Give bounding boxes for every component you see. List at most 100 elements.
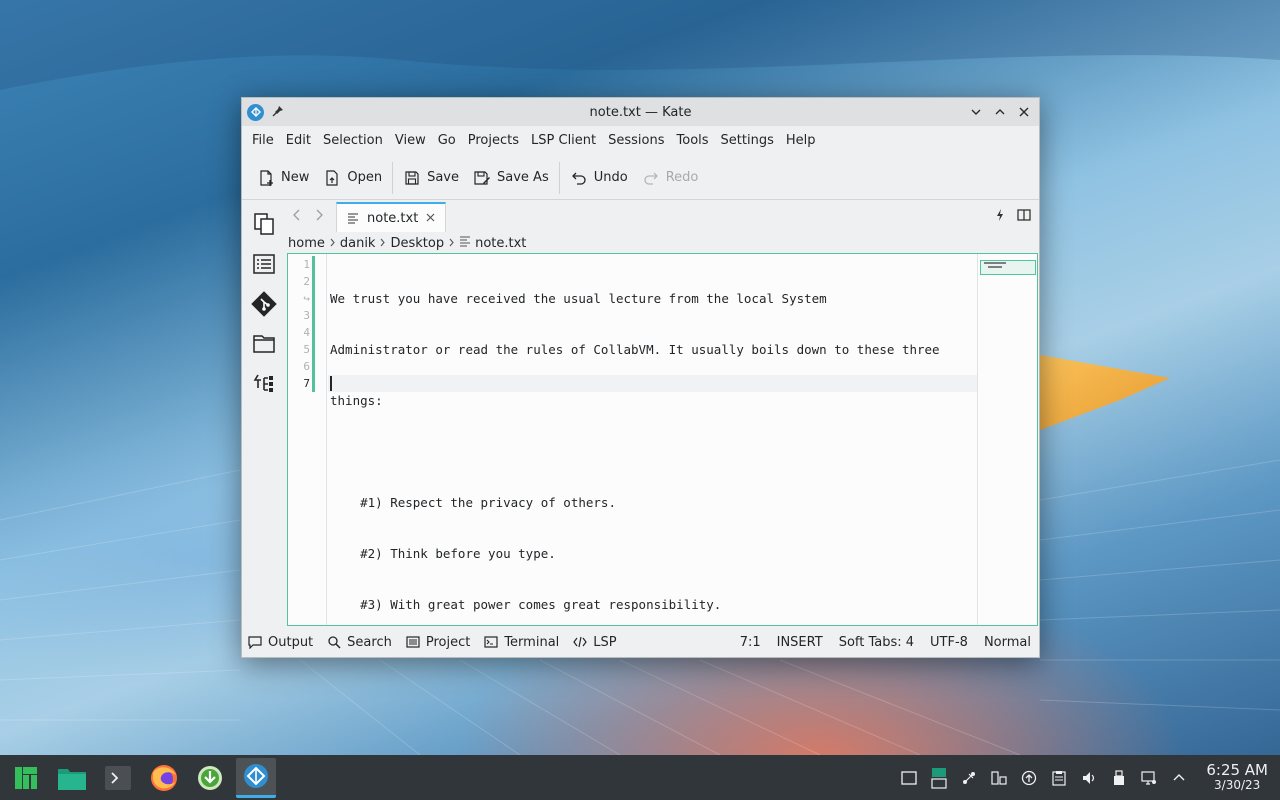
folder-icon xyxy=(58,768,86,790)
tab-bar: note.txt xyxy=(286,202,1039,232)
symbols-panel-button[interactable] xyxy=(250,250,278,278)
chevron-right-icon xyxy=(448,237,455,250)
terminal-panel-button[interactable]: Terminal xyxy=(484,635,559,650)
open-button[interactable]: Open xyxy=(316,162,389,194)
breadcrumb-danik[interactable]: danik xyxy=(340,236,376,251)
keyboard-layout-icon[interactable] xyxy=(990,769,1008,787)
project-panel-button[interactable]: Project xyxy=(406,635,470,650)
syntax-mode[interactable]: Normal xyxy=(984,635,1031,650)
minimap[interactable] xyxy=(977,254,1037,625)
taskbar-file-manager[interactable] xyxy=(52,758,92,798)
text-editor[interactable]: 1 2 ↪ 3 4 5 6 7 We trust you have receiv… xyxy=(287,253,1038,626)
maximize-button[interactable] xyxy=(991,103,1009,121)
terminal-icon xyxy=(484,636,498,648)
removable-device-icon[interactable] xyxy=(1110,769,1128,787)
line-number: 1 xyxy=(303,258,310,271)
menu-projects[interactable]: Projects xyxy=(462,126,525,156)
menu-lsp-client[interactable]: LSP Client xyxy=(525,126,602,156)
main-toolbar: New Open Save Save As Undo Redo xyxy=(242,156,1039,200)
line-wrap-marker: ↪ xyxy=(303,292,310,305)
line-number: 6 xyxy=(303,360,310,373)
menu-settings[interactable]: Settings xyxy=(715,126,780,156)
chevron-right-icon xyxy=(329,237,336,250)
menu-view[interactable]: View xyxy=(389,126,432,156)
save-as-button[interactable]: Save As xyxy=(466,162,556,194)
new-label: New xyxy=(281,170,310,185)
line-number: 4 xyxy=(303,326,310,339)
documents-panel-button[interactable] xyxy=(250,210,278,238)
clock-date: 3/30/23 xyxy=(1214,778,1261,793)
text-line: things: xyxy=(330,393,383,408)
breadcrumb-desktop[interactable]: Desktop xyxy=(390,236,444,251)
firefox-icon xyxy=(151,764,177,791)
title-bar[interactable]: note.txt — Kate xyxy=(242,98,1039,126)
close-icon xyxy=(1019,107,1029,117)
new-button[interactable]: New xyxy=(250,162,316,194)
window-title: note.txt — Kate xyxy=(589,104,692,120)
forward-button[interactable] xyxy=(308,209,330,225)
undo-button[interactable]: Undo xyxy=(563,162,635,194)
encoding[interactable]: UTF-8 xyxy=(930,635,968,650)
git-panel-button[interactable] xyxy=(250,290,278,318)
kate-icon xyxy=(244,764,268,788)
show-desktop-icon[interactable] xyxy=(900,769,918,787)
filesystem-panel-button[interactable] xyxy=(250,330,278,358)
clipboard-pager-icon[interactable] xyxy=(930,767,948,789)
application-menu-button[interactable] xyxy=(6,758,46,798)
modified-lines-marker xyxy=(312,256,315,392)
split-view-icon[interactable] xyxy=(1017,208,1031,226)
search-panel-button[interactable]: Search xyxy=(327,635,392,650)
line-number: 5 xyxy=(303,343,310,356)
taskbar-firefox[interactable] xyxy=(144,758,184,798)
menu-file[interactable]: File xyxy=(246,126,280,156)
menu-edit[interactable]: Edit xyxy=(280,126,317,156)
menu-selection[interactable]: Selection xyxy=(317,126,389,156)
minimize-button[interactable] xyxy=(967,103,985,121)
projects-panel-button[interactable] xyxy=(250,370,278,398)
updates-icon[interactable] xyxy=(1020,769,1038,787)
network-icon[interactable] xyxy=(1140,769,1158,787)
indentation-setting[interactable]: Soft Tabs: 4 xyxy=(839,635,914,650)
text-line: #2) Think before you type. xyxy=(330,546,556,561)
quick-open-icon[interactable] xyxy=(995,208,1005,226)
taskbar-kate[interactable] xyxy=(236,757,276,798)
breadcrumb-file[interactable]: note.txt xyxy=(475,236,526,251)
minimap-line xyxy=(984,262,1006,264)
open-label: Open xyxy=(347,170,383,185)
save-icon xyxy=(405,170,419,185)
menu-tools[interactable]: Tools xyxy=(671,126,715,156)
kate-app-icon[interactable] xyxy=(247,103,264,121)
digital-clock[interactable]: 6:25 AM 3/30/23 xyxy=(1206,763,1268,793)
chevron-up-icon[interactable] xyxy=(1170,769,1188,787)
system-tray: 6:25 AM 3/30/23 xyxy=(900,763,1280,791)
close-button[interactable] xyxy=(1015,103,1033,121)
menu-sessions[interactable]: Sessions xyxy=(602,126,670,156)
tab-note-txt[interactable]: note.txt xyxy=(336,202,447,232)
search-label: Search xyxy=(347,634,392,650)
project-label: Project xyxy=(425,634,471,650)
clipboard-icon[interactable] xyxy=(1050,769,1068,787)
kde-connect-icon[interactable] xyxy=(960,769,978,787)
kate-window: note.txt — Kate File Edit Selection View… xyxy=(241,97,1040,658)
volume-icon[interactable] xyxy=(1080,769,1098,787)
line-number: 3 xyxy=(303,309,310,322)
output-panel-button[interactable]: Output xyxy=(248,635,313,650)
taskbar-terminal[interactable] xyxy=(98,758,138,798)
menu-go[interactable]: Go xyxy=(432,126,462,156)
back-button[interactable] xyxy=(286,209,308,225)
redo-button[interactable]: Redo xyxy=(635,162,706,194)
redo-label: Redo xyxy=(665,170,699,185)
taskbar-downloader[interactable] xyxy=(190,758,230,798)
pin-icon[interactable] xyxy=(272,105,284,120)
menu-help[interactable]: Help xyxy=(780,126,822,156)
undo-label: Undo xyxy=(593,170,628,185)
tab-close-icon[interactable] xyxy=(426,211,435,225)
lsp-panel-button[interactable]: LSP xyxy=(573,635,617,650)
breadcrumb-home[interactable]: home xyxy=(288,236,325,251)
input-mode[interactable]: INSERT xyxy=(777,635,823,650)
text-file-icon xyxy=(459,235,471,251)
taskbar: 6:25 AM 3/30/23 xyxy=(0,755,1280,800)
terminal-icon xyxy=(105,765,131,790)
cursor-position[interactable]: 7:1 xyxy=(740,635,761,650)
save-button[interactable]: Save xyxy=(396,162,466,194)
